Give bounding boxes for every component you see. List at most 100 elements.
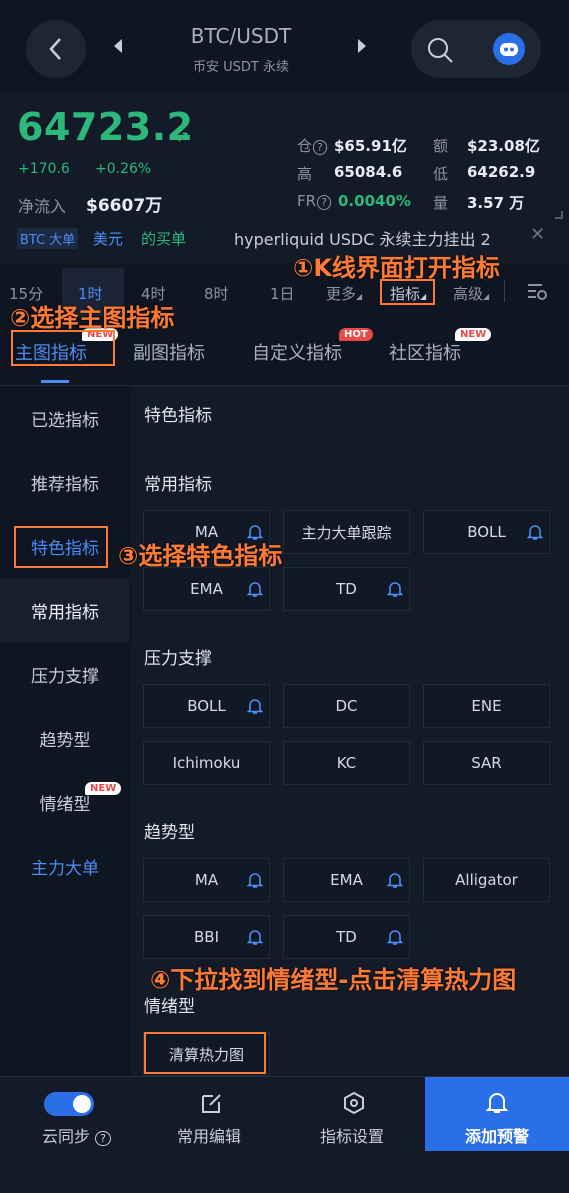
indicator-chip[interactable]: BBI xyxy=(143,915,270,959)
indicator-chip[interactable]: KC xyxy=(283,741,410,785)
bell-icon[interactable] xyxy=(247,871,263,889)
ticker-badge: BTC 大单 xyxy=(17,228,79,249)
tf-8h[interactable]: 8时 xyxy=(204,283,229,304)
add-alert-button[interactable]: 添加预警 xyxy=(425,1077,569,1151)
ticker-text: 美元 xyxy=(93,230,124,248)
annotation-box-featured xyxy=(14,526,108,568)
category-emotion[interactable]: 情绪型 xyxy=(0,770,130,834)
category-trend[interactable]: 趋势型 xyxy=(0,706,130,770)
volume-value: 3.57 万 xyxy=(467,194,525,212)
annotation-step1: ①K线界面打开指标 xyxy=(293,254,500,282)
edit-icon[interactable] xyxy=(200,1091,224,1115)
hot-badge: HOT xyxy=(339,328,373,341)
category-selected[interactable]: 已选指标 xyxy=(0,386,130,450)
next-triangle-icon[interactable] xyxy=(357,38,367,54)
help-icon[interactable]: ? xyxy=(95,1131,111,1146)
price-section: 64723.2 ↗ +170.6 +0.26% 净流入 $6607万 仓? $6… xyxy=(0,93,569,263)
indicator-chip[interactable]: TD xyxy=(283,567,410,611)
amount-label: 额 xyxy=(433,137,449,155)
category-recommended[interactable]: 推荐指标 xyxy=(0,450,130,514)
annotation-box-main-tab xyxy=(11,330,115,366)
change-absolute: +170.6 xyxy=(18,161,70,177)
bell-icon[interactable] xyxy=(247,697,263,715)
annotation-box-indicator xyxy=(380,279,435,305)
netflow-value: $6607万 xyxy=(86,196,163,216)
tf-advanced[interactable]: 高级◢ xyxy=(453,283,489,304)
section-emotion-title: 情绪型 xyxy=(144,997,195,1017)
bell-icon xyxy=(486,1093,508,1113)
toggle-knob xyxy=(73,1095,91,1113)
expand-chevron-icon[interactable] xyxy=(555,211,563,219)
indicator-chip[interactable]: Ichimoku xyxy=(143,741,270,785)
common-edit-button[interactable]: 常用编辑 xyxy=(177,1123,241,1147)
help-icon[interactable]: ? xyxy=(317,195,331,210)
oi-value: $65.91亿 xyxy=(334,137,407,155)
indicator-chip[interactable]: BOLL xyxy=(423,510,550,554)
category-common[interactable]: 常用指标 xyxy=(0,578,130,642)
tab-underline xyxy=(41,380,69,383)
indicator-chip[interactable]: 主力大单跟踪 xyxy=(283,510,410,554)
up-arrow-icon: ↗ xyxy=(176,127,190,146)
tab-custom-indicators[interactable]: 自定义指标 xyxy=(252,339,342,365)
divider xyxy=(504,280,505,302)
indicator-chip[interactable]: BOLL xyxy=(143,684,270,728)
bell-icon[interactable] xyxy=(247,580,263,598)
back-arrow-icon xyxy=(49,38,61,60)
bell-icon[interactable] xyxy=(387,580,403,598)
search-icon[interactable] xyxy=(426,36,454,64)
oi-label: 仓? xyxy=(297,135,327,156)
category-whale-orders[interactable]: 主力大单 xyxy=(0,834,130,898)
tab-sub-indicators[interactable]: 副图指标 xyxy=(133,339,205,365)
bell-icon[interactable] xyxy=(527,523,543,541)
indicator-chip[interactable]: MA xyxy=(143,858,270,902)
indicator-chip[interactable]: Alligator xyxy=(423,858,550,902)
prev-triangle-icon[interactable] xyxy=(113,38,123,54)
bell-icon[interactable] xyxy=(247,928,263,946)
amount-value: $23.08亿 xyxy=(467,137,540,155)
last-price: 64723.2 xyxy=(17,105,194,149)
indicator-chip[interactable]: EMA xyxy=(143,567,270,611)
robot-avatar-icon[interactable] xyxy=(493,33,525,65)
section-support-title: 压力支撑 xyxy=(144,649,212,669)
category-list: 已选指标 推荐指标 特色指标 常用指标 压力支撑 趋势型 情绪型 NEW 主力大… xyxy=(0,386,130,1076)
back-button[interactable] xyxy=(26,20,86,78)
indicator-chip[interactable]: DC xyxy=(283,684,410,728)
indicator-settings-button[interactable]: 指标设置 xyxy=(320,1123,384,1147)
dropdown-corner-icon: ◢ xyxy=(483,292,490,301)
indicator-chip[interactable]: ENE xyxy=(423,684,550,728)
indicator-chip[interactable]: EMA xyxy=(283,858,410,902)
top-bar: BTC/USDT 币安 USDT 永续 xyxy=(0,0,569,93)
low-label: 低 xyxy=(433,165,449,183)
bell-icon[interactable] xyxy=(387,928,403,946)
add-alert-label: 添加预警 xyxy=(464,1127,529,1146)
new-badge: NEW xyxy=(85,782,122,795)
cloud-sync-toggle[interactable] xyxy=(44,1092,94,1116)
ticker-news[interactable]: hyperliquid USDC 永续主力挂出 2 xyxy=(234,226,530,250)
header-actions xyxy=(411,20,541,78)
category-support[interactable]: 压力支撑 xyxy=(0,642,130,706)
help-icon[interactable]: ? xyxy=(313,140,327,155)
close-icon[interactable]: ✕ xyxy=(530,224,545,245)
annotation-box-liquidation xyxy=(144,1032,266,1074)
ticker-text-buy: 的买单 xyxy=(141,230,187,248)
dropdown-corner-icon: ◢ xyxy=(356,292,363,301)
indicator-chip[interactable]: TD xyxy=(283,915,410,959)
chart-settings-icon[interactable] xyxy=(526,280,548,302)
volume-label: 量 xyxy=(433,194,449,212)
tf-more[interactable]: 更多◢ xyxy=(326,283,362,304)
bell-icon[interactable] xyxy=(387,871,403,889)
indicator-chip[interactable]: SAR xyxy=(423,741,550,785)
bottom-bar: 云同步 ? 常用编辑 指标设置 添加预警 xyxy=(0,1076,569,1193)
tab-community-indicators[interactable]: 社区指标 xyxy=(389,339,461,365)
fr-label: FR? xyxy=(297,192,331,210)
settings-hex-icon[interactable] xyxy=(342,1091,366,1115)
annotation-step3: ③选择特色指标 xyxy=(118,542,283,570)
cloud-sync-label: 云同步 ? xyxy=(42,1123,111,1147)
high-label: 高 xyxy=(297,165,313,183)
tf-1d[interactable]: 1日 xyxy=(270,283,295,304)
pair-subtitle: 币安 USDT 永续 xyxy=(193,60,289,75)
change-percent: +0.26% xyxy=(95,161,152,177)
new-badge: NEW xyxy=(455,328,492,341)
high-value: 65084.6 xyxy=(334,163,403,181)
pair-title[interactable]: BTC/USDT xyxy=(140,24,342,48)
